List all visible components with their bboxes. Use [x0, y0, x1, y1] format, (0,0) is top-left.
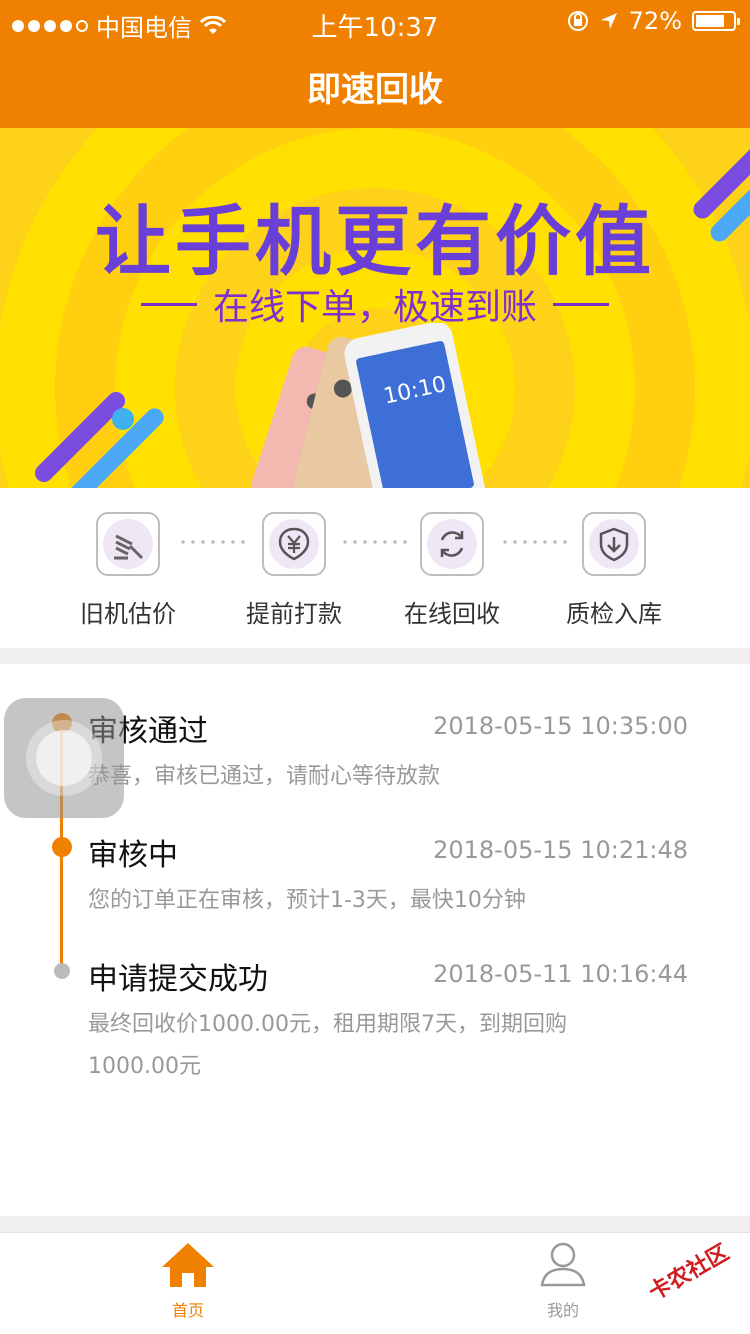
tab-label: 首页	[171, 1301, 204, 1320]
shield-download-icon	[599, 527, 629, 562]
status-right: 72%	[567, 7, 740, 35]
timeline-dot	[54, 963, 70, 979]
timeline-time: 2018-05-15 10:21:48	[433, 836, 688, 864]
tab-mine[interactable]: 我的	[503, 1241, 623, 1321]
step-label: 在线回收	[404, 600, 500, 628]
step-label: 质检入库	[566, 600, 662, 628]
yuan-shield-icon	[278, 527, 310, 561]
step-icon-circle	[427, 519, 477, 569]
banner-title: 让手机更有价值	[95, 197, 655, 286]
tab-bar: 首页 我的	[0, 1232, 750, 1334]
timeline-desc: 最终回收价1000.00元，租用期限7天，到期回购1000.00元	[88, 1012, 567, 1079]
step-icon-box	[420, 512, 484, 576]
tab-label: 我的	[546, 1301, 579, 1320]
home-icon	[162, 1243, 214, 1287]
assistive-touch-core	[36, 730, 92, 786]
step-icon-circle	[103, 519, 153, 569]
step-appraisal[interactable]: 旧机估价	[58, 512, 198, 629]
orientation-lock-icon	[567, 11, 588, 31]
step-quality-check[interactable]: 质检入库	[544, 512, 684, 629]
step-icon-circle	[589, 519, 639, 569]
tab-home[interactable]: 首页	[128, 1241, 248, 1321]
step-label: 旧机估价	[80, 600, 176, 628]
step-icon-box	[262, 512, 326, 576]
phones-illustration: 10:10	[251, 323, 486, 488]
timeline-desc: 恭喜，审核已通过，请耐心等待放款	[88, 764, 441, 789]
promo-banner[interactable]: 让手机更有价值 在线下单，极速到账 10:10	[0, 128, 750, 488]
timeline-desc: 您的订单正在审核，预计1-3天，最快10分钟	[88, 888, 526, 913]
top-bar: 中国电信 上午10:37 72% 即速回收	[0, 0, 750, 128]
step-online-recycle[interactable]: 在线回收	[382, 512, 522, 629]
step-icon-box	[96, 512, 160, 576]
step-icon-box	[582, 512, 646, 576]
step-prepayment[interactable]: 提前打款	[224, 512, 364, 629]
location-arrow-icon	[600, 13, 617, 29]
section-divider	[0, 1216, 750, 1232]
decor-dot	[112, 408, 134, 430]
status-bar: 中国电信 上午10:37 72%	[0, 0, 750, 43]
recycle-arrows-icon	[440, 531, 464, 557]
process-steps: 旧机估价 提前打款 在线回收 质检入库	[0, 488, 750, 648]
timeline-time: 2018-05-11 10:16:44	[433, 960, 688, 988]
timeline-dot	[52, 837, 72, 857]
step-icon-circle	[269, 519, 319, 569]
step-label: 提前打款	[246, 600, 342, 628]
battery-icon	[692, 11, 740, 31]
timeline-title: 审核中	[88, 838, 178, 873]
timeline-time: 2018-05-15 10:35:00	[433, 712, 688, 740]
user-icon	[540, 1242, 586, 1287]
timeline-title: 申请提交成功	[88, 962, 268, 997]
section-divider	[0, 648, 750, 664]
battery-percent: 72%	[628, 7, 682, 35]
decor-stripe	[31, 388, 129, 486]
page-title: 即速回收	[307, 70, 443, 110]
assistive-touch-button[interactable]	[4, 698, 124, 818]
gavel-icon	[114, 534, 144, 560]
